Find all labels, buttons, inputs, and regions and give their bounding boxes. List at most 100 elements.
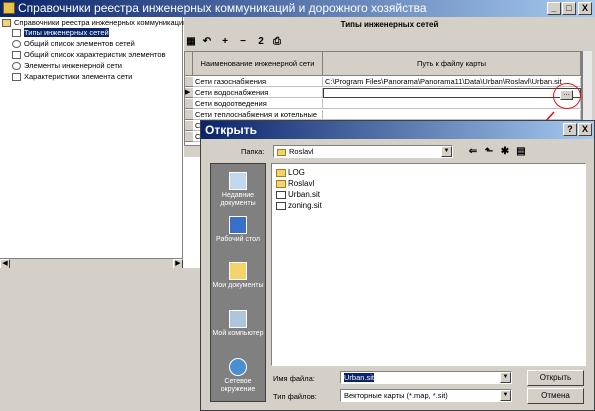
cell-name[interactable]: Сети газоснабжения bbox=[193, 77, 323, 87]
tree-item-types[interactable]: Типы инженерных сетей bbox=[12, 28, 130, 38]
places-bar: Недавние документы Рабочий стол Мои доку… bbox=[210, 163, 266, 402]
print-icon[interactable]: ⎙ bbox=[270, 36, 284, 48]
tree-item-label: Элементы инженерной сети bbox=[24, 61, 122, 70]
place-computer[interactable]: Мой компьютер bbox=[211, 310, 265, 338]
cell-path[interactable]: C:\Program Files\Panorama\Panorama11\Dat… bbox=[323, 77, 581, 87]
folder-icon bbox=[277, 148, 286, 156]
tree-item-elements-list[interactable]: Общий список элементов сетей bbox=[12, 39, 195, 49]
open-dialog: Открыть ? X Папка: Roslavl ▼ ⇐ ⬑ ✱ ▤ Нед… bbox=[200, 120, 595, 411]
desktop-icon bbox=[229, 216, 247, 234]
place-label: Мои документы bbox=[212, 282, 264, 289]
file-icon bbox=[276, 201, 286, 210]
place-documents[interactable]: Мои документы bbox=[211, 262, 265, 290]
row-indicator bbox=[185, 121, 193, 131]
main-titlebar: Справочники реестра инженерных коммуника… bbox=[0, 0, 595, 17]
list-item[interactable]: Urban.sit bbox=[276, 189, 320, 200]
chevron-down-icon[interactable]: ▼ bbox=[500, 390, 511, 401]
toolbar: ▦ ↶ + − 2 ⎙ bbox=[184, 33, 595, 51]
row-indicator bbox=[185, 110, 193, 120]
chevron-down-icon[interactable]: ▼ bbox=[500, 372, 511, 383]
folder-icon bbox=[276, 168, 286, 177]
minimize-button[interactable]: _ bbox=[547, 2, 561, 15]
dialog-close-button[interactable]: X bbox=[578, 123, 592, 136]
tree-item-label: Общий список характеристик элементов bbox=[24, 50, 166, 59]
tree-item-characteristics-list[interactable]: Общий список характеристик элементов bbox=[12, 50, 195, 60]
folder-combo[interactable]: Roslavl ▼ bbox=[273, 145, 453, 158]
maximize-button[interactable]: □ bbox=[562, 2, 576, 15]
filename-label: Имя файла: bbox=[273, 374, 315, 383]
tree-hscrollbar[interactable]: ◀ ▶ bbox=[0, 258, 183, 269]
highlight-circle bbox=[553, 83, 581, 109]
characteristics-icon bbox=[12, 73, 21, 82]
row-indicator bbox=[185, 99, 193, 109]
new-folder-icon[interactable]: ✱ bbox=[498, 146, 512, 158]
tree-item-network-elements[interactable]: Элементы инженерной сети bbox=[12, 61, 195, 71]
current-row-indicator: ▶ bbox=[185, 88, 193, 98]
cell-name[interactable]: Сети водоснабжения bbox=[193, 88, 323, 98]
place-label: Мой компьютер bbox=[212, 330, 264, 337]
filetype-value: Векторные карты (*.map, *.sit) bbox=[344, 391, 448, 400]
cell-name[interactable]: Сети теплоснабжения и котельные bbox=[193, 110, 323, 120]
filetype-select[interactable]: Векторные карты (*.map, *.sit) ▼ bbox=[340, 389, 512, 402]
add-icon[interactable]: + bbox=[218, 36, 232, 48]
tree-item-element-characteristics[interactable]: Характеристики элемента сети bbox=[12, 72, 195, 82]
cell-path-editing[interactable] bbox=[323, 88, 581, 98]
list-item[interactable]: zoning.sit bbox=[276, 200, 322, 211]
view-menu-icon[interactable]: ▤ bbox=[514, 146, 528, 158]
close-button[interactable]: X bbox=[578, 2, 592, 15]
tree-item-label: Общий список элементов сетей bbox=[24, 39, 135, 48]
cancel-button[interactable]: Отмена bbox=[527, 388, 584, 404]
computer-icon bbox=[229, 310, 247, 328]
file-name: Roslavl bbox=[288, 179, 315, 188]
window-title: Справочники реестра инженерных коммуника… bbox=[18, 1, 427, 15]
place-desktop[interactable]: Рабочий стол bbox=[211, 216, 265, 244]
open-button[interactable]: Открыть bbox=[527, 370, 584, 386]
file-list: LOG Roslavl Urban.sit zoning.sit bbox=[271, 163, 586, 366]
place-label: Недавние документы bbox=[220, 192, 256, 207]
up-folder-icon[interactable]: ⬑ bbox=[482, 146, 496, 158]
cell-path[interactable] bbox=[323, 99, 581, 109]
place-label: Рабочий стол bbox=[216, 236, 260, 243]
filetype-label: Тип файлов: bbox=[273, 392, 317, 401]
place-network[interactable]: Сетевое окружение bbox=[211, 358, 265, 394]
tree-item-label: Типы инженерных сетей bbox=[24, 28, 109, 37]
table-icon bbox=[12, 51, 21, 60]
tree-item-label: Характеристики элемента сети bbox=[24, 72, 133, 81]
tree-root[interactable]: Справочники реестра инженерных коммуника… bbox=[2, 18, 185, 28]
help-button[interactable]: ? bbox=[563, 123, 577, 136]
folder-icon bbox=[2, 19, 11, 28]
folder-value: Roslavl bbox=[289, 147, 314, 156]
back-icon[interactable]: ⇐ bbox=[466, 146, 480, 158]
undo-icon[interactable]: ↶ bbox=[200, 36, 214, 48]
row-indicator bbox=[185, 132, 193, 142]
documents-icon bbox=[229, 262, 247, 280]
panel-title: Типы инженерных сетей bbox=[184, 17, 595, 32]
filename-value: Urban.sit bbox=[344, 373, 375, 382]
place-label: Сетевое окружение bbox=[220, 378, 256, 393]
dialog-title: Открыть bbox=[205, 123, 258, 137]
clock-icon bbox=[12, 40, 21, 49]
table-icon bbox=[12, 29, 21, 38]
tree-root-label: Справочники реестра инженерных коммуника… bbox=[14, 18, 185, 27]
dialog-titlebar: Открыть ? X bbox=[201, 121, 594, 139]
column-header-path[interactable]: Путь к файлу карты bbox=[323, 52, 581, 76]
chevron-down-icon[interactable]: ▼ bbox=[441, 146, 452, 157]
recent-icon bbox=[229, 172, 247, 190]
folder-icon bbox=[276, 179, 286, 188]
grid-corner bbox=[185, 52, 193, 76]
remove-icon[interactable]: − bbox=[236, 36, 250, 48]
grid-icon[interactable]: ▦ bbox=[184, 36, 198, 48]
list-item[interactable]: Roslavl bbox=[276, 178, 314, 189]
file-icon bbox=[276, 190, 286, 199]
filename-input[interactable]: Urban.sit ▼ bbox=[340, 371, 512, 384]
place-recent[interactable]: Недавние документы bbox=[211, 172, 265, 208]
column-header-name[interactable]: Наименование инженерной сети bbox=[193, 52, 323, 76]
tree-pane: Справочники реестра инженерных коммуника… bbox=[0, 17, 185, 266]
status-area bbox=[0, 268, 200, 411]
folder-label: Папка: bbox=[241, 147, 265, 156]
row-indicator bbox=[185, 77, 193, 87]
file-name: LOG bbox=[288, 168, 305, 177]
cell-name[interactable]: Сети водоотведения bbox=[193, 99, 323, 109]
refresh-icon[interactable]: 2 bbox=[254, 36, 268, 48]
list-item[interactable]: LOG bbox=[276, 167, 305, 178]
